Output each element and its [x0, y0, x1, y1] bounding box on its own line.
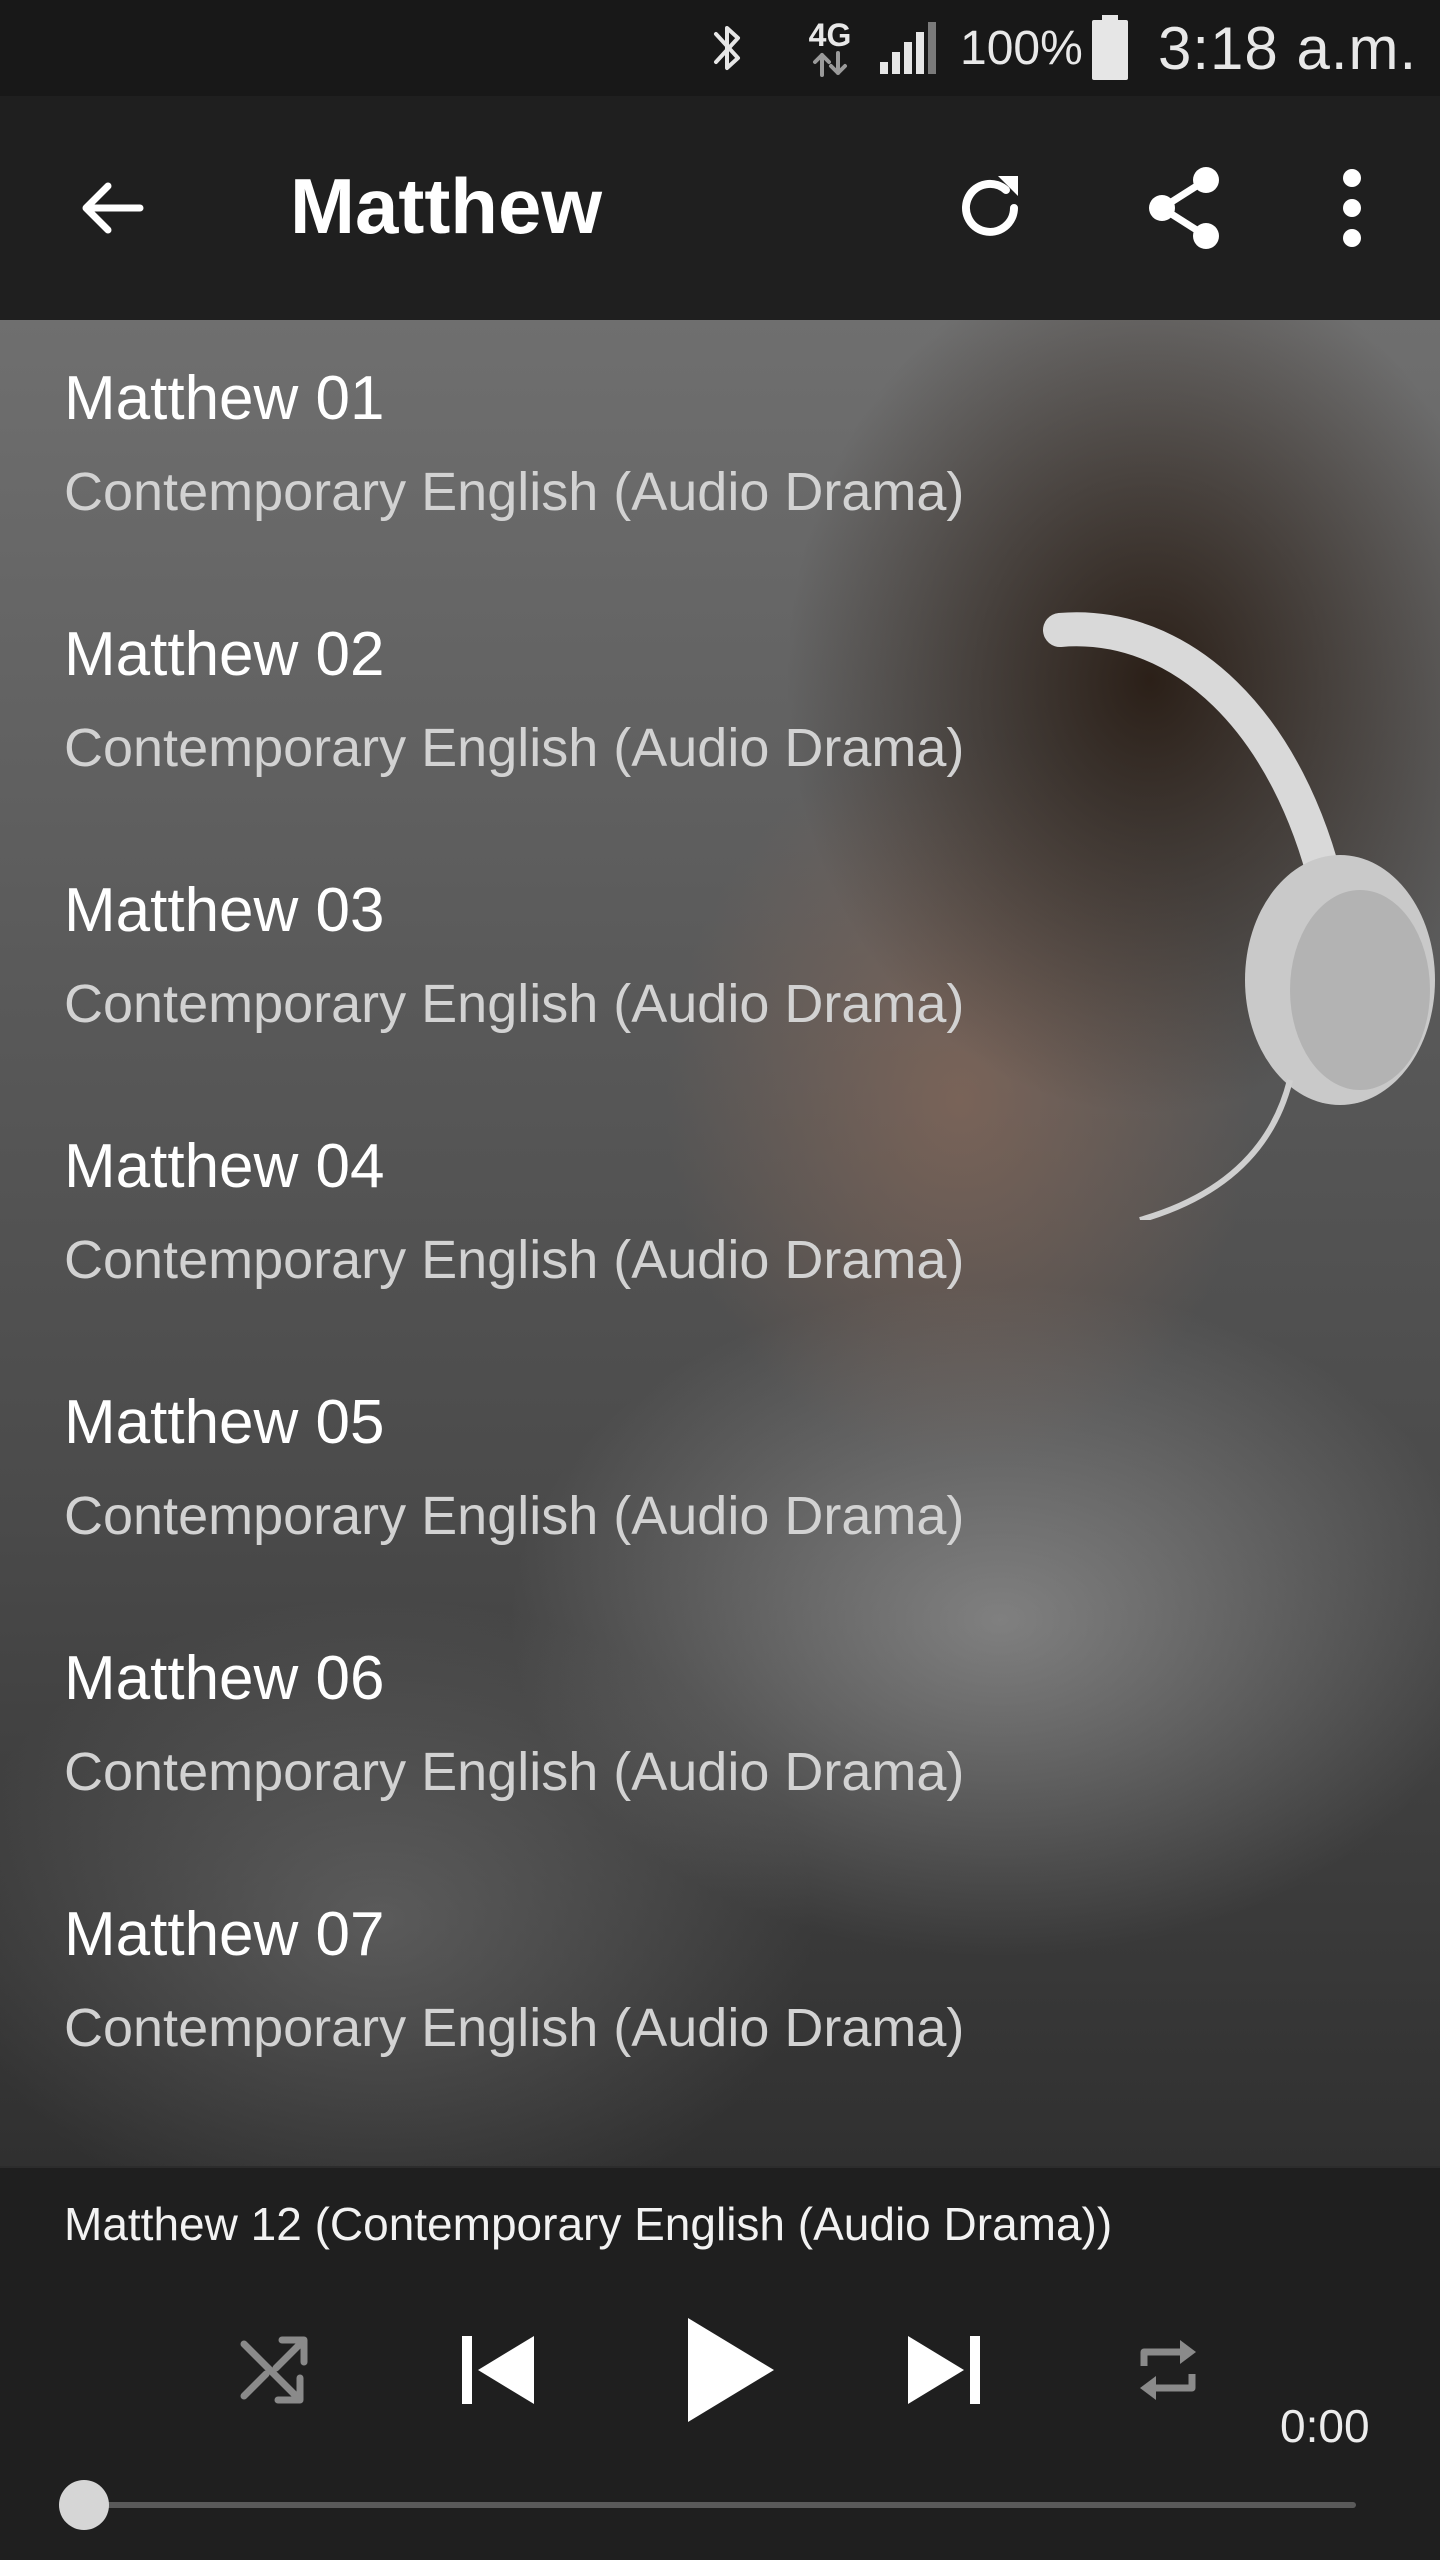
track-subtitle: Contemporary English (Audio Drama) [64, 1230, 965, 1290]
refresh-icon [962, 176, 1018, 236]
skip-next-button[interactable] [884, 2308, 1004, 2432]
back-arrow-icon [82, 182, 144, 234]
elapsed-time: 0:00 [1280, 2400, 1370, 2452]
shuffle-icon [240, 2336, 308, 2404]
now-playing-title: Matthew 12 (Contemporary English (Audio … [64, 2198, 1113, 2250]
signal-icon [874, 0, 942, 96]
battery-percent: 100% [960, 21, 1083, 75]
seek-bar-thumb[interactable] [59, 2480, 109, 2530]
repeat-icon [1140, 2340, 1196, 2400]
track-title: Matthew 06 [64, 1644, 385, 1713]
list-item[interactable]: Matthew 02 Contemporary English (Audio D… [0, 576, 1440, 832]
list-item[interactable]: Matthew 06 Contemporary English (Audio D… [0, 1600, 1440, 1856]
list-item[interactable]: Matthew 01 Contemporary English (Audio D… [0, 320, 1440, 576]
track-list-area[interactable]: Matthew 01 Contemporary English (Audio D… [0, 320, 1440, 2166]
play-button[interactable] [660, 2296, 800, 2444]
track-subtitle: Contemporary English (Audio Drama) [64, 462, 965, 522]
status-time: 3:18 a.m. [1158, 14, 1418, 82]
play-icon [688, 2318, 774, 2422]
track-subtitle: Contemporary English (Audio Drama) [64, 1998, 965, 2058]
skip-next-icon [908, 2336, 980, 2404]
status-bar: 4G 100% 3:18 a.m. [0, 0, 1440, 96]
screen: 4G 100% 3:18 a.m. Matthew Matthew 01 Con… [0, 0, 1440, 2560]
mini-player: Matthew 12 (Contemporary English (Audio … [0, 2166, 1440, 2560]
list-item[interactable]: Matthew 05 Contemporary English (Audio D… [0, 1344, 1440, 1600]
repeat-button[interactable] [1114, 2316, 1222, 2424]
app-bar: Matthew [0, 96, 1440, 320]
shuffle-button[interactable] [220, 2316, 328, 2424]
share-icon [1149, 167, 1219, 249]
list-item[interactable]: Matthew 04 Contemporary English (Audio D… [0, 1088, 1440, 1344]
more-options-button[interactable] [1296, 152, 1408, 264]
track-title: Matthew 01 [64, 364, 385, 433]
list-item[interactable]: Matthew 07 Contemporary English (Audio D… [0, 1856, 1440, 2112]
track-title: Matthew 02 [64, 620, 385, 689]
network-4g-icon: 4G [800, 0, 860, 96]
network-type-label: 4G [808, 17, 852, 53]
share-button[interactable] [1128, 152, 1240, 264]
back-button[interactable] [56, 152, 168, 264]
battery-icon [1088, 0, 1132, 96]
seek-bar[interactable] [59, 2480, 1356, 2530]
skip-previous-icon [462, 2336, 534, 2404]
skip-previous-button[interactable] [438, 2308, 558, 2432]
list-item[interactable]: Matthew 03 Contemporary English (Audio D… [0, 832, 1440, 1088]
track-subtitle: Contemporary English (Audio Drama) [64, 1742, 965, 1802]
more-vert-icon [1343, 169, 1361, 247]
track-subtitle: Contemporary English (Audio Drama) [64, 974, 965, 1034]
refresh-button[interactable] [936, 152, 1048, 264]
bluetooth-icon [698, 0, 758, 96]
track-subtitle: Contemporary English (Audio Drama) [64, 1486, 965, 1546]
page-title: Matthew [290, 162, 602, 250]
track-title: Matthew 05 [64, 1388, 385, 1457]
track-title: Matthew 07 [64, 1900, 385, 1969]
track-subtitle: Contemporary English (Audio Drama) [64, 718, 965, 778]
track-title: Matthew 03 [64, 876, 385, 945]
track-title: Matthew 04 [64, 1132, 385, 1201]
